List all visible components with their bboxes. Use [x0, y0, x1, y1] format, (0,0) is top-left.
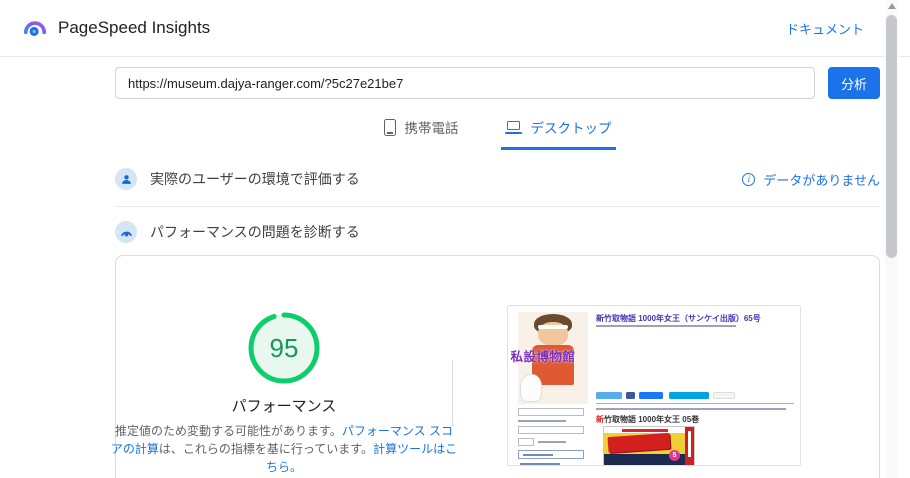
vertical-scrollbar[interactable] [885, 0, 898, 478]
thumb-hatena-button [669, 392, 709, 399]
url-input[interactable] [115, 67, 815, 99]
final-screenshot-thumbnail[interactable]: 私設博物館 新竹取物語 1000年女王（サンケイ出版）65号 新竹取物語 100… [507, 305, 801, 466]
disclaimer-text-2: は、これらの指標を基に行っています。 [158, 441, 374, 456]
app-title: PageSpeed Insights [58, 18, 211, 37]
pagespeed-insights-page: PageSpeed Insights ドキュメント 分析 携帯電話 デスクトップ [0, 0, 910, 478]
user-environment-icon [115, 168, 137, 190]
scrollbar-up-arrow[interactable] [887, 3, 896, 9]
main-content: 分析 携帯電話 デスクトップ 実際のユーザーの環境で評価する [111, 67, 880, 478]
thumb-breadcrumb-line [596, 325, 736, 327]
pagespeed-logo-icon [23, 21, 47, 37]
lab-data-section-header: パフォーマンスの問題を診断する [115, 221, 880, 243]
performance-score-gauge[interactable]: 95 [246, 310, 322, 386]
score-disclaimer: 推定値のため変動する可能性があります。パフォーマンス スコアの計算は、これらの指… [110, 423, 458, 476]
tab-desktop-label: デスクトップ [530, 121, 612, 136]
field-data-section-header: 実際のユーザーの環境で評価する i データがありません [115, 168, 880, 190]
score-column: 95 パフォーマンス 推定値のため変動する可能性があります。パフォーマンス スコ… [111, 256, 457, 478]
thumb-cover-volume-badge: 5 [669, 450, 680, 461]
thumb-text-line [518, 420, 566, 422]
field-data-section-title: 実際のユーザーの環境で評価する [150, 171, 360, 187]
thumb-site-title: 私設博物館 [510, 350, 576, 364]
disclaimer-text-1: 推定値のため変動する可能性があります。 [115, 424, 342, 438]
thumb-like-button [639, 392, 663, 399]
thumb-search-box [518, 426, 584, 434]
thumb-sidebar-box [518, 450, 584, 459]
lab-data-section-title: パフォーマンスの問題を診断する [150, 224, 360, 240]
performance-report-card: 95 パフォーマンス 推定値のため変動する可能性があります。パフォーマンス スコ… [111, 255, 880, 478]
vertical-divider [452, 360, 453, 426]
info-icon: i [742, 172, 756, 186]
performance-label: パフォーマンス [231, 398, 337, 415]
thumb-pocket-button [713, 392, 735, 399]
thumb-page-title: 新竹取物語 1000年女王（サンケイ出版）65号 [596, 314, 761, 323]
analyze-button[interactable]: 分析 [828, 67, 880, 99]
thumb-article-heading-text: 竹取物語 1000年女王 05巻 [604, 415, 700, 424]
thumb-text-line [538, 441, 566, 443]
phone-icon [383, 118, 396, 136]
documentation-link[interactable]: ドキュメント [786, 19, 864, 38]
thumb-tweet-button [596, 392, 622, 399]
tab-desktop[interactable]: デスクトップ [500, 111, 616, 150]
no-data-link[interactable]: i データがありません [742, 170, 880, 189]
no-data-label: データがありません [763, 172, 880, 188]
score-value: 95 [270, 333, 299, 363]
laptop-icon [504, 120, 522, 134]
thumb-manga-cover-image: 5 [603, 426, 695, 465]
thumb-search-button [518, 438, 534, 446]
thumb-article-heading-mark: 新 [596, 415, 604, 424]
scrollbar-thumb[interactable] [886, 15, 897, 258]
thumb-facebook-button [626, 392, 635, 399]
section-divider [115, 206, 880, 207]
thumb-horizontal-rule [596, 403, 794, 404]
thumb-article-heading: 新竹取物語 1000年女王 05巻 [596, 414, 699, 425]
lab-data-title-group: パフォーマンスの問題を診断する [115, 221, 360, 243]
thumb-meta-line [596, 408, 786, 410]
tab-mobile-label: 携帯電話 [404, 121, 459, 136]
field-data-title-group: 実際のユーザーの環境で評価する [115, 168, 360, 190]
app-header: PageSpeed Insights ドキュメント [0, 0, 910, 57]
device-tabs: 携帯電話 デスクトップ [115, 111, 880, 150]
brand[interactable]: PageSpeed Insights [22, 15, 210, 41]
analyze-form: 分析 [115, 67, 880, 99]
tab-mobile[interactable]: 携帯電話 [380, 111, 463, 150]
thumb-language-select [518, 408, 584, 416]
thumb-link-line [520, 463, 560, 465]
diagnose-gauge-icon [115, 221, 137, 243]
